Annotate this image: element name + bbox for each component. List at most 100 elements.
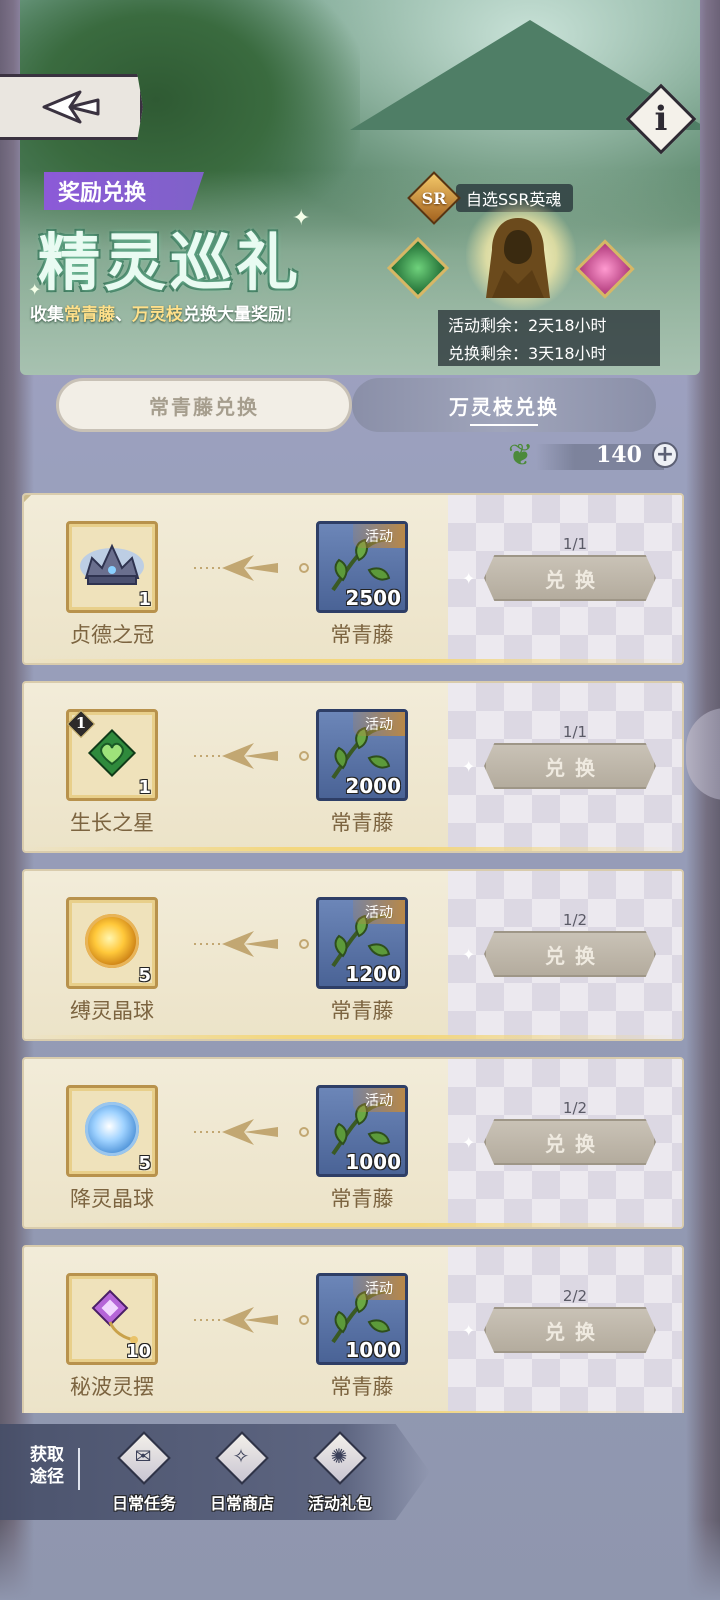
- reward-count: 1: [138, 777, 151, 798]
- sparkle-icon: ✦: [292, 206, 311, 231]
- level-tag: 1: [66, 709, 96, 739]
- tab-label: 万灵枝兑换: [449, 394, 559, 419]
- reward-count: 10: [125, 1341, 151, 1362]
- reward-item-slot[interactable]: 5: [66, 1085, 158, 1177]
- reward-count: 1: [138, 589, 151, 610]
- exchange-quota: 1/2: [562, 911, 588, 929]
- add-currency-button[interactable]: +: [652, 442, 678, 468]
- exchange-button[interactable]: 兑换: [484, 1307, 656, 1353]
- reward-count: 5: [138, 1153, 151, 1174]
- info-button[interactable]: i: [625, 83, 697, 155]
- reward-item-name: 秘波灵摆: [70, 1375, 154, 1399]
- cost-amount: 1000: [345, 1338, 401, 1362]
- acquisition-label-line: 途径: [30, 1467, 64, 1487]
- exchange-button[interactable]: 兑换: [484, 1119, 656, 1165]
- exchange-row: 10 秘波灵摆 活动 1000 常青藤 ✦ 2/2 兑换: [22, 1245, 684, 1413]
- exchange-tabs: 万灵枝兑换 常青藤兑换: [56, 378, 656, 432]
- exchange-button[interactable]: 兑换: [484, 555, 656, 601]
- gift-icon: ✺: [313, 1431, 367, 1485]
- exchange-arrow-icon: [194, 931, 309, 957]
- crown-icon: [80, 543, 144, 586]
- event-badge: 活动: [353, 900, 405, 924]
- separator-star-icon: ✦: [462, 757, 476, 776]
- event-badge: 活动: [353, 1276, 405, 1300]
- reward-count: 5: [138, 965, 151, 986]
- ssr-badge-text: SR: [421, 188, 447, 208]
- subtitle-highlight-ivy: 常青藤: [64, 305, 115, 325]
- exchange-remaining: 兑换剩余：3天18小时: [438, 338, 660, 366]
- source-label: 日常商店: [209, 1494, 274, 1513]
- reward-item-name: 生长之星: [70, 811, 154, 835]
- back-button[interactable]: [0, 74, 143, 140]
- event-badge: 活动: [353, 524, 405, 548]
- level-tag-text: 1: [75, 714, 87, 732]
- sparkle-icon: ✦: [28, 280, 42, 299]
- cost-item-name: 常青藤: [330, 999, 394, 1023]
- corner-ornament: [24, 495, 32, 503]
- subtitle-text: 、: [115, 305, 132, 325]
- separator-star-icon: ✦: [462, 945, 476, 964]
- exchange-list[interactable]: 1 贞德之冠 活动 2500 常青藤 ✦ 1/1 兑换 1 1 生长之星 活动 …: [22, 493, 684, 1413]
- separator-star-icon: ✦: [462, 569, 476, 588]
- separator-star-icon: ✦: [462, 1133, 476, 1152]
- exchange-quota: 1/1: [562, 535, 588, 553]
- tab-ivy-exchange[interactable]: 常青藤兑换: [56, 378, 352, 432]
- cost-item-slot[interactable]: 活动 2000: [316, 709, 408, 801]
- exchange-quota: 2/2: [562, 1287, 588, 1305]
- reward-item-slot[interactable]: 1 1: [66, 709, 158, 801]
- cost-item-name: 常青藤: [330, 1187, 394, 1211]
- event-badge: 活动: [353, 712, 405, 736]
- event-badge: 活动: [353, 1088, 405, 1112]
- ivy-branch-currency-icon: ❦: [508, 438, 534, 473]
- back-arrow-icon: [42, 90, 100, 124]
- exchange-arrow-icon: [194, 743, 309, 769]
- acquisition-label: 获取 途径: [30, 1444, 76, 1488]
- currency-display: ❦ 140 +: [506, 436, 686, 476]
- tab-branch-exchange[interactable]: 万灵枝兑换: [352, 378, 656, 432]
- subtitle-text: 收集: [30, 305, 64, 325]
- exchange-quota: 1/1: [562, 723, 588, 741]
- tab-label: 常青藤兑换: [149, 394, 259, 419]
- exchange-row: 1 1 生长之星 活动 2000 常青藤 ✦ 1/1 兑换: [22, 681, 684, 853]
- cost-item-slot[interactable]: 活动 1000: [316, 1273, 408, 1365]
- bottom-fade: [0, 1520, 720, 1600]
- info-icon: i: [654, 99, 668, 139]
- binding-orb-icon: [85, 914, 139, 969]
- active-tab-underline: [470, 424, 538, 426]
- cost-item-name: 常青藤: [330, 623, 394, 647]
- exchange-quota: 1/2: [562, 1099, 588, 1117]
- exchange-arrow-icon: [194, 1119, 309, 1145]
- exchange-button[interactable]: 兑换: [484, 931, 656, 977]
- reward-item-name: 贞德之冠: [70, 623, 154, 647]
- icon-glyph: ✺: [330, 1444, 348, 1468]
- reward-item-slot[interactable]: 5: [66, 897, 158, 989]
- icon-glyph: ✉: [134, 1444, 152, 1468]
- pendulum-icon: [91, 1289, 138, 1345]
- source-event-pack[interactable]: ✺ 活动礼包: [292, 1430, 388, 1518]
- activity-remaining: 活动剩余：2天18小时: [438, 310, 660, 338]
- cost-item-slot[interactable]: 活动 1000: [316, 1085, 408, 1177]
- icon-glyph: ✧: [232, 1444, 250, 1468]
- divider: [78, 1448, 80, 1490]
- cost-amount: 1200: [345, 962, 401, 986]
- source-daily-tasks[interactable]: ✉ 日常任务: [96, 1430, 192, 1518]
- exchange-arrow-icon: [194, 555, 309, 581]
- exchange-arrow-icon: [194, 1307, 309, 1333]
- exchange-row: 5 降灵晶球 活动 1000 常青藤 ✦ 1/2 兑换: [22, 1057, 684, 1229]
- cost-item-name: 常青藤: [330, 811, 394, 835]
- shop-icon: ✧: [215, 1431, 269, 1485]
- reward-item-slot[interactable]: 1: [66, 521, 158, 613]
- reward-item-slot[interactable]: 10: [66, 1273, 158, 1365]
- reward-exchange-tag: 奖励兑换: [44, 172, 204, 210]
- task-icon: ✉: [117, 1431, 171, 1485]
- reward-item-name: 缚灵晶球: [70, 999, 154, 1023]
- cost-item-slot[interactable]: 活动 2500: [316, 521, 408, 613]
- hooded-hero-silhouette-icon[interactable]: [478, 214, 558, 304]
- acquisition-bar: 获取 途径 ✉ 日常任务 ✧ 日常商店 ✺ 活动礼包: [0, 1420, 720, 1600]
- cost-item-name: 常青藤: [330, 1375, 394, 1399]
- source-label: 日常任务: [111, 1494, 176, 1513]
- cost-item-slot[interactable]: 活动 1200: [316, 897, 408, 989]
- exchange-row: 1 贞德之冠 活动 2500 常青藤 ✦ 1/1 兑换: [22, 493, 684, 665]
- source-daily-shop[interactable]: ✧ 日常商店: [194, 1430, 290, 1518]
- exchange-button[interactable]: 兑换: [484, 743, 656, 789]
